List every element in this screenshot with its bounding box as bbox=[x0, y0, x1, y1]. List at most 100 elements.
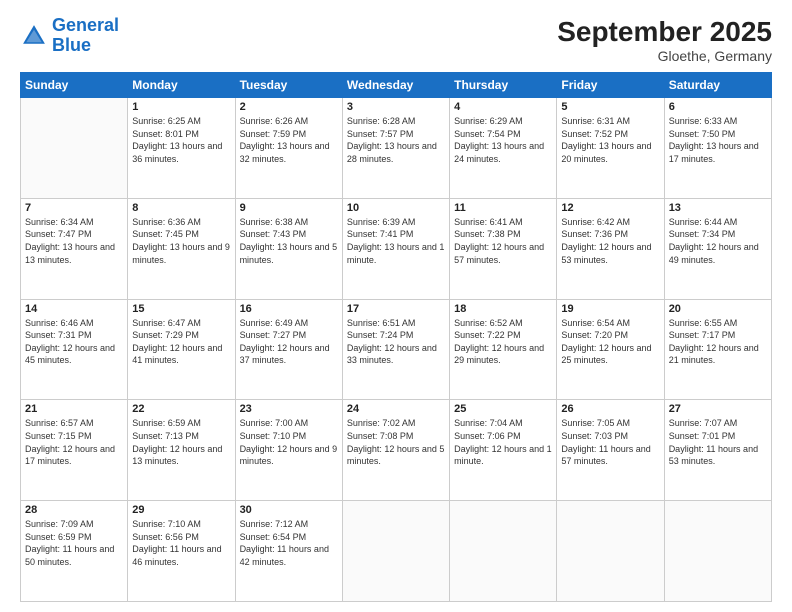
page: General Blue September 2025 Gloethe, Ger… bbox=[0, 0, 792, 612]
day-info: Sunrise: 7:07 AM Sunset: 7:01 PM Dayligh… bbox=[669, 417, 767, 467]
day-info: Sunrise: 6:34 AM Sunset: 7:47 PM Dayligh… bbox=[25, 216, 123, 266]
day-info: Sunrise: 6:57 AM Sunset: 7:15 PM Dayligh… bbox=[25, 417, 123, 467]
table-row: 4Sunrise: 6:29 AM Sunset: 7:54 PM Daylig… bbox=[450, 98, 557, 199]
table-row: 22 Sunrise: 6:59 AM Sunset: 7:13 PM Dayli… bbox=[128, 400, 235, 501]
table-row: 1 Sunrise: 6:25 AM Sunset: 8:01 PM Daylig… bbox=[128, 98, 235, 199]
day-info: Sunrise: 7:12 AM Sunset: 6:54 PM Dayligh… bbox=[240, 518, 338, 568]
day-info: Sunrise: 7:10 AM Sunset: 6:56 PM Dayligh… bbox=[132, 518, 230, 568]
day-info: Sunrise: 6:55 AM Sunset: 7:17 PM Dayligh… bbox=[669, 317, 767, 367]
day-number: 15 bbox=[132, 303, 230, 315]
day-number: 11 bbox=[454, 202, 552, 214]
weekday-header-row: Sunday Monday Tuesday Wednesday Thursday… bbox=[21, 73, 772, 98]
day-info: Sunrise: 6:26 AM Sunset: 7:59 PM Dayligh… bbox=[240, 115, 338, 165]
day-info: Sunrise: 6:42 AM Sunset: 7:36 PM Dayligh… bbox=[561, 216, 659, 266]
logo-text: General Blue bbox=[52, 16, 119, 56]
day-number: 27 bbox=[669, 403, 767, 415]
header-saturday: Saturday bbox=[664, 73, 771, 98]
day-number: 5 bbox=[561, 101, 659, 113]
table-row: 24Sunrise: 7:02 AM Sunset: 7:08 PM Dayli… bbox=[342, 400, 449, 501]
day-info: Sunrise: 6:52 AM Sunset: 7:22 PM Dayligh… bbox=[454, 317, 552, 367]
day-number: 28 bbox=[25, 504, 123, 516]
day-info: Sunrise: 6:51 AM Sunset: 7:24 PM Dayligh… bbox=[347, 317, 445, 367]
table-row bbox=[21, 98, 128, 199]
table-row: 11Sunrise: 6:41 AM Sunset: 7:38 PM Dayli… bbox=[450, 198, 557, 299]
day-number: 12 bbox=[561, 202, 659, 214]
header-monday: Monday bbox=[128, 73, 235, 98]
logo-line1: General bbox=[52, 15, 119, 35]
day-number: 8 bbox=[132, 202, 230, 214]
day-info: Sunrise: 6:39 AM Sunset: 7:41 PM Dayligh… bbox=[347, 216, 445, 266]
table-row: 15 Sunrise: 6:47 AM Sunset: 7:29 PM Dayli… bbox=[128, 299, 235, 400]
day-number: 20 bbox=[669, 303, 767, 315]
table-row: 2 Sunrise: 6:26 AM Sunset: 7:59 PM Daylig… bbox=[235, 98, 342, 199]
day-number: 2 bbox=[240, 101, 338, 113]
table-row: 21 Sunrise: 6:57 AM Sunset: 7:15 PM Dayli… bbox=[21, 400, 128, 501]
day-number: 21 bbox=[25, 403, 123, 415]
day-info: Sunrise: 6:28 AM Sunset: 7:57 PM Dayligh… bbox=[347, 115, 445, 165]
day-info: Sunrise: 7:00 AM Sunset: 7:10 PM Dayligh… bbox=[240, 417, 338, 467]
table-row: 8 Sunrise: 6:36 AM Sunset: 7:45 PM Daylig… bbox=[128, 198, 235, 299]
day-number: 19 bbox=[561, 303, 659, 315]
day-info: Sunrise: 6:38 AM Sunset: 7:43 PM Dayligh… bbox=[240, 216, 338, 266]
table-row: 9 Sunrise: 6:38 AM Sunset: 7:43 PM Daylig… bbox=[235, 198, 342, 299]
header-thursday: Thursday bbox=[450, 73, 557, 98]
day-info: Sunrise: 6:59 AM Sunset: 7:13 PM Dayligh… bbox=[132, 417, 230, 467]
table-row: 7 Sunrise: 6:34 AM Sunset: 7:47 PM Daylig… bbox=[21, 198, 128, 299]
table-row: 28 Sunrise: 7:09 AM Sunset: 6:59 PM Dayli… bbox=[21, 501, 128, 602]
day-info: Sunrise: 6:47 AM Sunset: 7:29 PM Dayligh… bbox=[132, 317, 230, 367]
day-number: 23 bbox=[240, 403, 338, 415]
day-number: 26 bbox=[561, 403, 659, 415]
page-subtitle: Gloethe, Germany bbox=[557, 48, 772, 64]
table-row: 26Sunrise: 7:05 AM Sunset: 7:03 PM Dayli… bbox=[557, 400, 664, 501]
title-block: September 2025 Gloethe, Germany bbox=[557, 16, 772, 64]
day-info: Sunrise: 7:02 AM Sunset: 7:08 PM Dayligh… bbox=[347, 417, 445, 467]
day-info: Sunrise: 6:33 AM Sunset: 7:50 PM Dayligh… bbox=[669, 115, 767, 165]
day-number: 30 bbox=[240, 504, 338, 516]
day-number: 22 bbox=[132, 403, 230, 415]
calendar-table: Sunday Monday Tuesday Wednesday Thursday… bbox=[20, 72, 772, 602]
calendar-row-3: 21 Sunrise: 6:57 AM Sunset: 7:15 PM Dayli… bbox=[21, 400, 772, 501]
table-row: 25 Sunrise: 7:04 AM Sunset: 7:06 PM Dayli… bbox=[450, 400, 557, 501]
day-number: 4 bbox=[454, 101, 552, 113]
table-row: 3Sunrise: 6:28 AM Sunset: 7:57 PM Daylig… bbox=[342, 98, 449, 199]
table-row: 6 Sunrise: 6:33 AM Sunset: 7:50 PM Daylig… bbox=[664, 98, 771, 199]
table-row bbox=[664, 501, 771, 602]
day-info: Sunrise: 6:31 AM Sunset: 7:52 PM Dayligh… bbox=[561, 115, 659, 165]
table-row: 14Sunrise: 6:46 AM Sunset: 7:31 PM Dayli… bbox=[21, 299, 128, 400]
table-row: 23 Sunrise: 7:00 AM Sunset: 7:10 PM Dayli… bbox=[235, 400, 342, 501]
day-number: 13 bbox=[669, 202, 767, 214]
day-number: 7 bbox=[25, 202, 123, 214]
day-number: 25 bbox=[454, 403, 552, 415]
page-title: September 2025 bbox=[557, 16, 772, 48]
day-number: 1 bbox=[132, 101, 230, 113]
day-info: Sunrise: 6:44 AM Sunset: 7:34 PM Dayligh… bbox=[669, 216, 767, 266]
day-number: 6 bbox=[669, 101, 767, 113]
day-info: Sunrise: 6:36 AM Sunset: 7:45 PM Dayligh… bbox=[132, 216, 230, 266]
logo: General Blue bbox=[20, 16, 119, 56]
day-info: Sunrise: 6:49 AM Sunset: 7:27 PM Dayligh… bbox=[240, 317, 338, 367]
day-info: Sunrise: 6:46 AM Sunset: 7:31 PM Dayligh… bbox=[25, 317, 123, 367]
header: General Blue September 2025 Gloethe, Ger… bbox=[20, 16, 772, 64]
table-row bbox=[450, 501, 557, 602]
day-number: 18 bbox=[454, 303, 552, 315]
table-row: 13 Sunrise: 6:44 AM Sunset: 7:34 PM Dayli… bbox=[664, 198, 771, 299]
table-row bbox=[342, 501, 449, 602]
table-row: 5 Sunrise: 6:31 AM Sunset: 7:52 PM Daylig… bbox=[557, 98, 664, 199]
logo-line2: Blue bbox=[52, 35, 91, 55]
day-info: Sunrise: 6:25 AM Sunset: 8:01 PM Dayligh… bbox=[132, 115, 230, 165]
day-info: Sunrise: 7:04 AM Sunset: 7:06 PM Dayligh… bbox=[454, 417, 552, 467]
day-info: Sunrise: 7:09 AM Sunset: 6:59 PM Dayligh… bbox=[25, 518, 123, 568]
table-row: 16Sunrise: 6:49 AM Sunset: 7:27 PM Dayli… bbox=[235, 299, 342, 400]
day-number: 10 bbox=[347, 202, 445, 214]
table-row: 10 Sunrise: 6:39 AM Sunset: 7:41 PM Dayli… bbox=[342, 198, 449, 299]
calendar-row-2: 14Sunrise: 6:46 AM Sunset: 7:31 PM Dayli… bbox=[21, 299, 772, 400]
day-info: Sunrise: 6:54 AM Sunset: 7:20 PM Dayligh… bbox=[561, 317, 659, 367]
day-number: 29 bbox=[132, 504, 230, 516]
table-row: 29 Sunrise: 7:10 AM Sunset: 6:56 PM Dayli… bbox=[128, 501, 235, 602]
table-row: 17 Sunrise: 6:51 AM Sunset: 7:24 PM Dayli… bbox=[342, 299, 449, 400]
day-number: 9 bbox=[240, 202, 338, 214]
day-number: 17 bbox=[347, 303, 445, 315]
header-friday: Friday bbox=[557, 73, 664, 98]
table-row: 20 Sunrise: 6:55 AM Sunset: 7:17 PM Dayli… bbox=[664, 299, 771, 400]
header-wednesday: Wednesday bbox=[342, 73, 449, 98]
